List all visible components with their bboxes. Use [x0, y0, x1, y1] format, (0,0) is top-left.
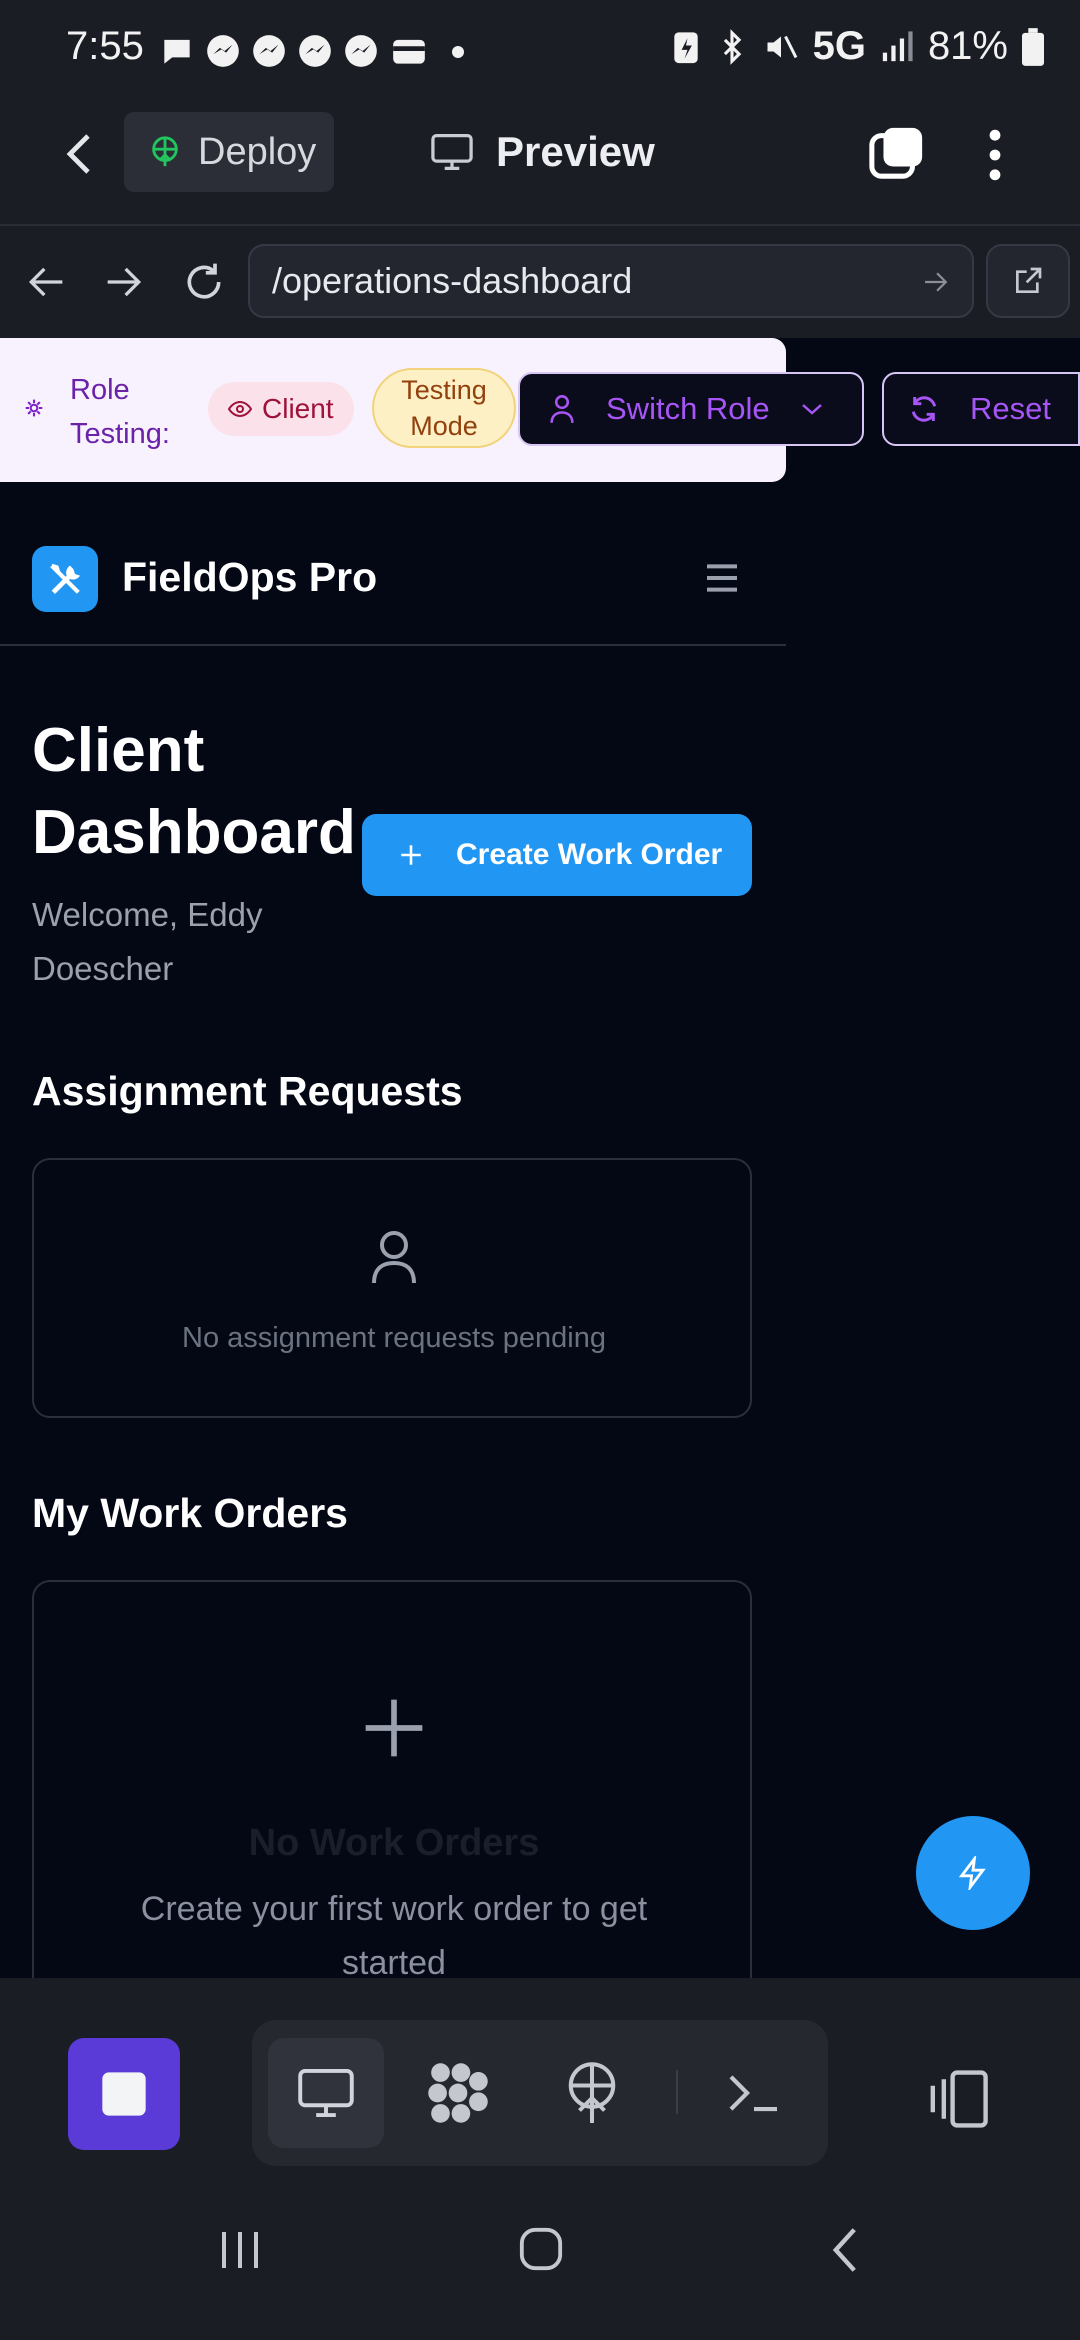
messenger-notification-icon	[299, 35, 331, 67]
dock-tabs	[252, 2020, 828, 2166]
work-orders-title: My Work Orders	[32, 1490, 348, 1536]
app-logo	[32, 546, 98, 612]
deploy-icon	[152, 136, 178, 167]
bluetooth-icon	[723, 28, 741, 65]
network-type: 5G	[812, 24, 866, 68]
url-value: /operations-dashboard	[272, 260, 633, 301]
go-arrow-icon[interactable]	[922, 270, 950, 294]
more-options-icon[interactable]	[980, 128, 1010, 182]
app-header: FieldOps Pro	[0, 522, 786, 646]
switch-role-label: Switch Role	[606, 391, 770, 426]
deploy-button[interactable]: Deploy	[124, 112, 334, 192]
work-orders-card: No Work Orders Create your first work or…	[32, 1580, 752, 2000]
signal-icon	[882, 30, 913, 61]
stop-icon	[102, 2072, 146, 2116]
battery-icon	[1022, 27, 1044, 66]
work-orders-empty-subtitle: Create your first work order to get star…	[140, 1890, 648, 1982]
recent-apps-icon[interactable]	[216, 2228, 264, 2272]
grid-blocks-icon	[428, 2063, 488, 2123]
bottom-dock	[0, 1978, 1080, 2194]
device-layout-icon[interactable]	[924, 2070, 990, 2128]
home-icon[interactable]	[518, 2226, 564, 2272]
back-icon[interactable]	[60, 130, 100, 178]
system-nav-bar	[0, 2178, 1080, 2340]
status-bar: 7:55 5G 81%	[0, 0, 1080, 100]
app-name: FieldOps Pro	[122, 554, 378, 600]
role-testing-label: Role Testing:	[70, 374, 170, 450]
assignment-requests-title: Assignment Requests	[32, 1068, 463, 1114]
wallet-notification-icon	[393, 39, 425, 64]
preview-label: Preview	[496, 128, 655, 175]
status-time: 7:55	[66, 24, 144, 68]
lightning-icon	[958, 1856, 986, 1890]
messenger-notification-icon	[345, 35, 377, 67]
current-role-label: Client	[262, 393, 334, 424]
dock-tab-deploy[interactable]	[534, 2038, 650, 2148]
reset-icon	[911, 396, 937, 422]
testing-mode-badge: Testing Mode	[372, 368, 516, 448]
open-external-button[interactable]	[986, 244, 1070, 318]
dock-tab-console[interactable]	[696, 2038, 812, 2148]
plus-icon	[401, 845, 421, 865]
app-top-bar: Deploy Preview	[0, 100, 1080, 226]
preview-tab[interactable]: Preview	[430, 122, 655, 182]
more-notifications-dot-icon	[452, 46, 464, 58]
messenger-notification-icon	[253, 35, 285, 67]
eye-icon	[228, 400, 252, 418]
current-role-badge: Client	[208, 382, 354, 436]
messenger-notification-icon	[207, 35, 239, 67]
browser-back-icon[interactable]	[26, 264, 66, 300]
user-icon	[372, 1231, 416, 1284]
battery-saver-icon	[673, 31, 698, 63]
user-icon	[550, 395, 574, 423]
browser-forward-icon[interactable]	[104, 264, 144, 300]
menu-icon[interactable]	[702, 558, 742, 598]
chat-notification-icon	[164, 39, 190, 64]
battery-percent: 81%	[927, 24, 1008, 68]
external-link-icon	[1016, 267, 1042, 293]
page-title: Client Dashboard	[32, 716, 356, 867]
switch-role-button[interactable]: Switch Role	[518, 372, 864, 446]
dock-tab-preview[interactable]	[268, 2038, 384, 2148]
plus-icon[interactable]	[360, 1694, 428, 1762]
dock-divider	[676, 2070, 678, 2114]
reset-label: Reset	[970, 391, 1051, 426]
url-input[interactable]: /operations-dashboard	[248, 244, 974, 318]
tools-icon	[50, 563, 80, 594]
deploy-icon	[568, 2062, 616, 2123]
reset-button[interactable]: Reset	[882, 372, 1080, 446]
system-back-icon[interactable]	[830, 2226, 860, 2274]
create-work-order-label: Create Work Order	[456, 838, 723, 871]
assignment-empty-text: No assignment requests pending	[182, 1322, 606, 1354]
quick-action-button[interactable]	[916, 1816, 1030, 1930]
chevron-down-icon	[801, 404, 822, 415]
refresh-icon[interactable]	[182, 260, 226, 304]
testing-mode-label: Testing Mode	[401, 375, 487, 441]
monitor-icon	[431, 134, 473, 170]
monitor-icon	[298, 2068, 354, 2118]
dock-tab-database[interactable]	[400, 2038, 516, 2148]
deploy-label: Deploy	[198, 130, 317, 173]
browser-nav-bar: /operations-dashboard	[0, 226, 1080, 338]
tabs-icon[interactable]	[868, 124, 926, 182]
work-orders-empty-title: No Work Orders	[248, 1822, 540, 1864]
mute-icon	[767, 35, 797, 58]
settings-gear-icon	[25, 399, 43, 417]
terminal-icon	[729, 2075, 777, 2112]
assignment-requests-card: No assignment requests pending	[32, 1158, 752, 1418]
create-work-order-button[interactable]: Create Work Order	[362, 814, 752, 896]
welcome-text: Welcome, Eddy Doescher	[32, 896, 263, 987]
stop-button[interactable]	[68, 2038, 180, 2150]
